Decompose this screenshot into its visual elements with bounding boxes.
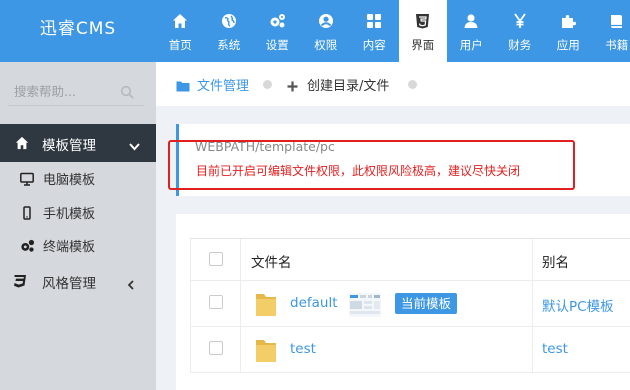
brand-logo: 迅睿CMS — [39, 19, 117, 39]
breadcrumb-create[interactable]: 创建目录/文件 — [307, 75, 389, 94]
home-icon — [156, 13, 205, 31]
nav-label: 用户 — [459, 38, 483, 52]
path-notice: WEBPATH/template/pc 目前已开启可编辑文件权限，此权限风险极高… — [168, 124, 630, 196]
nav-content[interactable]: 内容 — [350, 0, 399, 62]
warning-text: 目前已开启可编辑文件权限，此权限风险极高，建议尽快关闭 — [196, 164, 521, 178]
yen-icon — [496, 13, 545, 31]
nav-interface[interactable]: 界面 — [398, 0, 448, 62]
table-header: 文件名 别名 — [190, 239, 630, 281]
nav-apps[interactable]: 应用 — [544, 0, 593, 62]
css3-icon — [13, 273, 27, 288]
desktop-icon — [20, 171, 34, 186]
main-nav: 首页 系统 设置 权限 内容 界面 用户 财务 应用 书籍 — [156, 0, 630, 62]
sidebar-item-label: 终端模板 — [43, 240, 96, 255]
nav-settings[interactable]: 设置 — [253, 0, 302, 62]
nav-label: 权限 — [314, 38, 338, 52]
nav-label: 首页 — [168, 38, 192, 52]
current-template-badge: 当前模板 — [395, 293, 458, 314]
nav-finance[interactable]: 财务 — [496, 0, 545, 62]
sidebar-item-label: 电脑模板 — [43, 173, 96, 188]
user-circle-icon — [302, 13, 351, 31]
home-icon — [15, 135, 29, 150]
folder-icon — [255, 337, 277, 363]
plus-icon — [287, 77, 298, 96]
nav-home[interactable]: 首页 — [156, 0, 205, 62]
sidebar-item-label: 手机模板 — [43, 207, 96, 222]
sidebar-group-label: 模板管理 — [42, 138, 96, 154]
nav-system[interactable]: 系统 — [205, 0, 254, 62]
sidebar-item-mobile-template[interactable]: 手机模板 — [0, 196, 156, 228]
nav-label: 内容 — [362, 38, 386, 52]
sidebar-group-style-management[interactable]: 风格管理 — [0, 265, 156, 297]
sidebar-item-terminal-template[interactable]: 终端模板 — [0, 229, 156, 261]
nav-label: 界面 — [411, 38, 435, 52]
nav-users[interactable]: 用户 — [447, 0, 496, 62]
template-preview-thumbnail[interactable] — [349, 293, 381, 317]
search-input[interactable] — [8, 78, 118, 104]
nav-label: 书籍 — [605, 38, 629, 52]
globe-icon — [205, 13, 254, 31]
sidebar-item-pc-template[interactable]: 电脑模板 — [0, 162, 156, 194]
breadcrumb: 文件管理 创建目录/文件 — [156, 62, 630, 106]
user-icon — [447, 13, 496, 31]
nav-label: 设置 — [265, 38, 289, 52]
sidebar-search — [8, 78, 144, 106]
column-header-filename: 文件名 — [251, 255, 292, 271]
alias-link[interactable]: test — [542, 341, 568, 357]
book-icon — [593, 13, 630, 31]
top-bar: 迅睿CMS 首页 系统 设置 权限 内容 界面 用户 财务 应用 书籍 — [0, 0, 630, 62]
nav-label: 财务 — [508, 38, 532, 52]
nav-books[interactable]: 书籍 — [593, 0, 630, 62]
file-name-link[interactable]: default — [290, 295, 338, 311]
sidebar-group-label: 风格管理 — [42, 276, 96, 292]
nav-permissions[interactable]: 权限 — [302, 0, 351, 62]
file-name-link[interactable]: test — [290, 341, 316, 357]
table-row: default 当前模板 默认PC模板 — [190, 281, 630, 327]
row-checkbox[interactable] — [209, 341, 223, 355]
breadcrumb-separator — [263, 80, 272, 89]
html5-icon — [399, 13, 448, 31]
file-panel: 文件名 别名 default 当前模板 默认PC模板 test test — [176, 214, 630, 390]
puzzle-icon — [544, 13, 593, 31]
breadcrumb-separator — [408, 80, 417, 89]
select-all-checkbox[interactable] — [209, 252, 223, 266]
nav-label: 应用 — [556, 38, 580, 52]
sidebar-group-template-management[interactable]: 模板管理 — [0, 124, 156, 162]
column-header-alias: 别名 — [542, 255, 569, 271]
cogs-icon — [20, 238, 35, 252]
chevron-down-icon — [129, 137, 140, 151]
row-checkbox[interactable] — [209, 295, 223, 309]
nav-label: 系统 — [217, 38, 241, 52]
folder-icon — [255, 291, 277, 317]
grid-icon — [350, 13, 399, 31]
cogs-icon — [253, 13, 302, 31]
search-icon[interactable] — [120, 84, 134, 99]
file-table: 文件名 别名 default 当前模板 默认PC模板 test test — [190, 238, 630, 373]
mobile-icon — [20, 205, 34, 220]
alias-link[interactable]: 默认PC模板 — [542, 295, 614, 315]
breadcrumb-file-management[interactable]: 文件管理 — [197, 75, 249, 94]
table-row: test test — [190, 327, 630, 373]
sidebar: 模板管理 电脑模板 手机模板 终端模板 风格管理 — [0, 62, 156, 390]
chevron-left-icon — [126, 275, 136, 290]
folder-icon — [176, 77, 190, 96]
